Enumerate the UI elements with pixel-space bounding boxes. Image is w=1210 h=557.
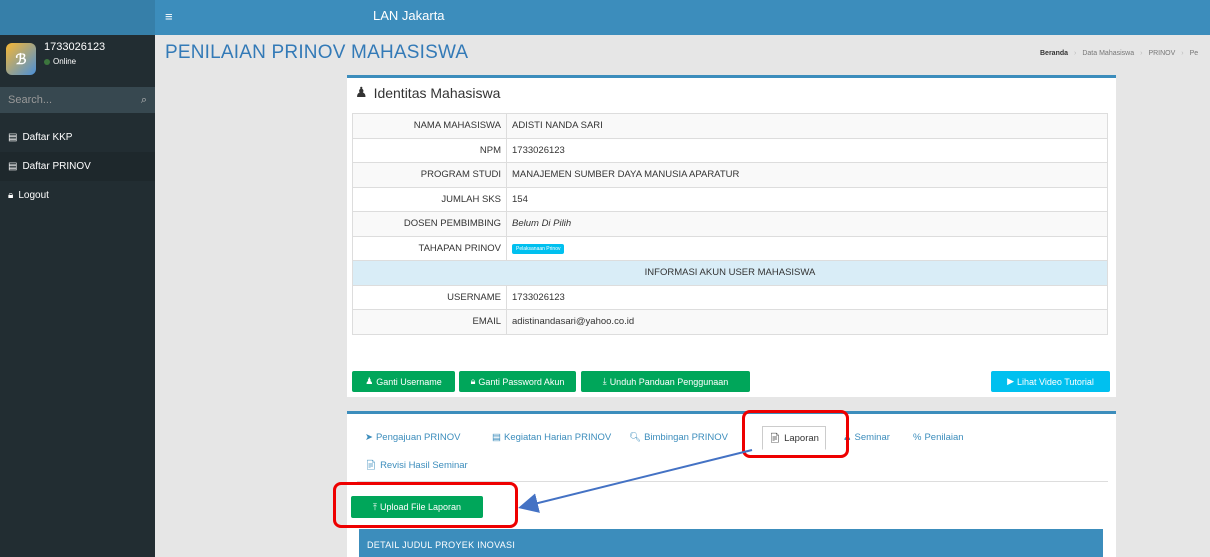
top-navbar: ≡ LAN Jakarta (155, 0, 1210, 35)
user-icon: ♟ (355, 84, 368, 100)
sidebar-item-label: Daftar KKP (22, 132, 73, 143)
avatar: ℬ (6, 43, 36, 75)
breadcrumb-item[interactable]: Data Mahasiswa (1082, 50, 1134, 57)
paper-plane-icon: ➤ (365, 432, 373, 443)
sidebar-item-label: Daftar PRINOV (22, 161, 91, 172)
search-input[interactable] (8, 94, 118, 106)
sidebar-item-daftar-kkp[interactable]: ▤ Daftar KKP (0, 123, 155, 152)
row-label: USERNAME (352, 284, 507, 310)
row-value: ADISTI NANDA SARI (506, 113, 1108, 139)
hamburger-icon[interactable]: ≡ (165, 9, 173, 24)
table-row: INFORMASI AKUN USER MAHASISWA (352, 260, 1108, 286)
user-status-label: Online (53, 57, 77, 66)
detail-header: DETAIL JUDUL PROYEK INOVASI (359, 529, 1103, 557)
identity-table: NAMA MAHASISWA ADISTI NANDA SARI NPM 173… (352, 113, 1108, 335)
table-row: JUMLAH SKS 154 (352, 186, 1108, 212)
user-name: 1733026123 (44, 41, 106, 53)
row-value: 1733026123 (506, 137, 1108, 163)
annotation-highlight-laporan (742, 410, 849, 458)
user-icon: ♟ (365, 376, 374, 386)
table-row: TAHAPAN PRINOV Pelaksanaan Prinov (352, 235, 1108, 261)
sidebar-menu: ▤ Daftar KKP ▤ Daftar PRINOV 🔒︎ Logout (0, 123, 155, 210)
user-status: Online (44, 57, 76, 66)
sidebar: ℬ 1733026123 Online ⌕ ▤ Daftar KKP ▤ Daf… (0, 0, 155, 557)
download-icon: ⤓ (602, 376, 607, 386)
tab-kegiatan-harian[interactable]: ▤ Kegiatan Harian PRINOV (492, 432, 611, 443)
identity-title-label: Identitas Mahasiswa (373, 84, 501, 101)
file-icon: 📄︎ (365, 460, 378, 471)
tab-pengajuan-prinov[interactable]: ➤ Pengajuan PRINOV (365, 432, 460, 443)
search-icon: 🔍︎ (629, 432, 642, 443)
sidebar-item-logout[interactable]: 🔒︎ Logout (0, 181, 155, 210)
identity-box: ♟ Identitas Mahasiswa NAMA MAHASISWA ADI… (347, 75, 1116, 397)
sidebar-logo-area (0, 0, 155, 35)
page-title: PENILAIAN PRINOV MAHASISWA (165, 42, 469, 63)
row-value: 154 (506, 186, 1108, 212)
sidebar-search: ⌕ (0, 87, 155, 113)
row-label: EMAIL (352, 309, 507, 335)
row-label: DOSEN PEMBIMBING (352, 211, 507, 237)
tab-seminar[interactable]: ♟ Seminar (843, 432, 890, 443)
list-icon: ▤ (492, 432, 501, 443)
sidebar-item-daftar-prinov[interactable]: ▤ Daftar PRINOV (0, 152, 155, 181)
search-icon[interactable]: ⌕ (141, 94, 147, 107)
row-value: 1733026123 (506, 284, 1108, 310)
row-value: MANAJEMEN SUMBER DAYA MANUSIA APARATUR (506, 162, 1108, 188)
list-icon: ▤ (8, 132, 18, 143)
user-panel: ℬ 1733026123 Online (0, 35, 155, 87)
table-row: DOSEN PEMBIMBING Belum Di Pilih (352, 211, 1108, 237)
sidebar-item-label: Logout (18, 190, 49, 201)
breadcrumb-item[interactable]: PRINOV (1148, 50, 1175, 57)
row-label: NAMA MAHASISWA (352, 113, 507, 139)
row-value: Belum Di Pilih (506, 211, 1108, 237)
list-icon: ▤ (8, 161, 18, 172)
status-badge: Pelaksanaan Prinov (512, 244, 565, 255)
tab-bimbingan-prinov[interactable]: 🔍︎ Bimbingan PRINOV (629, 432, 728, 443)
online-dot-icon (44, 58, 50, 65)
identity-box-title: ♟ Identitas Mahasiswa (355, 84, 500, 101)
table-row: PROGRAM STUDI MANAJEMEN SUMBER DAYA MANU… (352, 162, 1108, 188)
row-label: JUMLAH SKS (352, 186, 507, 212)
lihat-video-button[interactable]: ▶ Lihat Video Tutorial (991, 371, 1110, 392)
breadcrumb-item[interactable]: Beranda (1040, 50, 1068, 57)
lock-icon: 🔒︎ (8, 190, 14, 201)
lock-icon: 🔒︎ (470, 376, 476, 386)
ganti-password-button[interactable]: 🔒︎ Ganti Password Akun (459, 371, 576, 392)
row-label: NPM (352, 137, 507, 163)
percent-icon: % (913, 432, 922, 443)
table-row: NAMA MAHASISWA ADISTI NANDA SARI (352, 113, 1108, 139)
breadcrumb: Beranda › Data Mahasiswa › PRINOV › Pe (1040, 50, 1199, 57)
breadcrumb-item: Pe (1189, 50, 1199, 57)
row-label: PROGRAM STUDI (352, 162, 507, 188)
tab-penilaian[interactable]: % Penilaian (913, 432, 964, 443)
play-icon: ▶ (1007, 376, 1015, 386)
account-header: INFORMASI AKUN USER MAHASISWA (352, 260, 1108, 286)
row-value: Pelaksanaan Prinov (506, 235, 1108, 261)
annotation-highlight-upload (333, 482, 518, 528)
row-value: adistinandasari@yahoo.co.id (506, 309, 1108, 335)
tab-revisi-hasil-seminar[interactable]: 📄︎ Revisi Hasil Seminar (365, 460, 468, 471)
ganti-username-button[interactable]: ♟ Ganti Username (352, 371, 455, 392)
table-row: USERNAME 1733026123 (352, 284, 1108, 310)
table-row: NPM 1733026123 (352, 137, 1108, 163)
table-row: EMAIL adistinandasari@yahoo.co.id (352, 309, 1108, 335)
brand-title: LAN Jakarta (373, 8, 445, 23)
unduh-panduan-button[interactable]: ⤓ Unduh Panduan Penggunaan (581, 371, 750, 392)
row-label: TAHAPAN PRINOV (352, 235, 507, 261)
